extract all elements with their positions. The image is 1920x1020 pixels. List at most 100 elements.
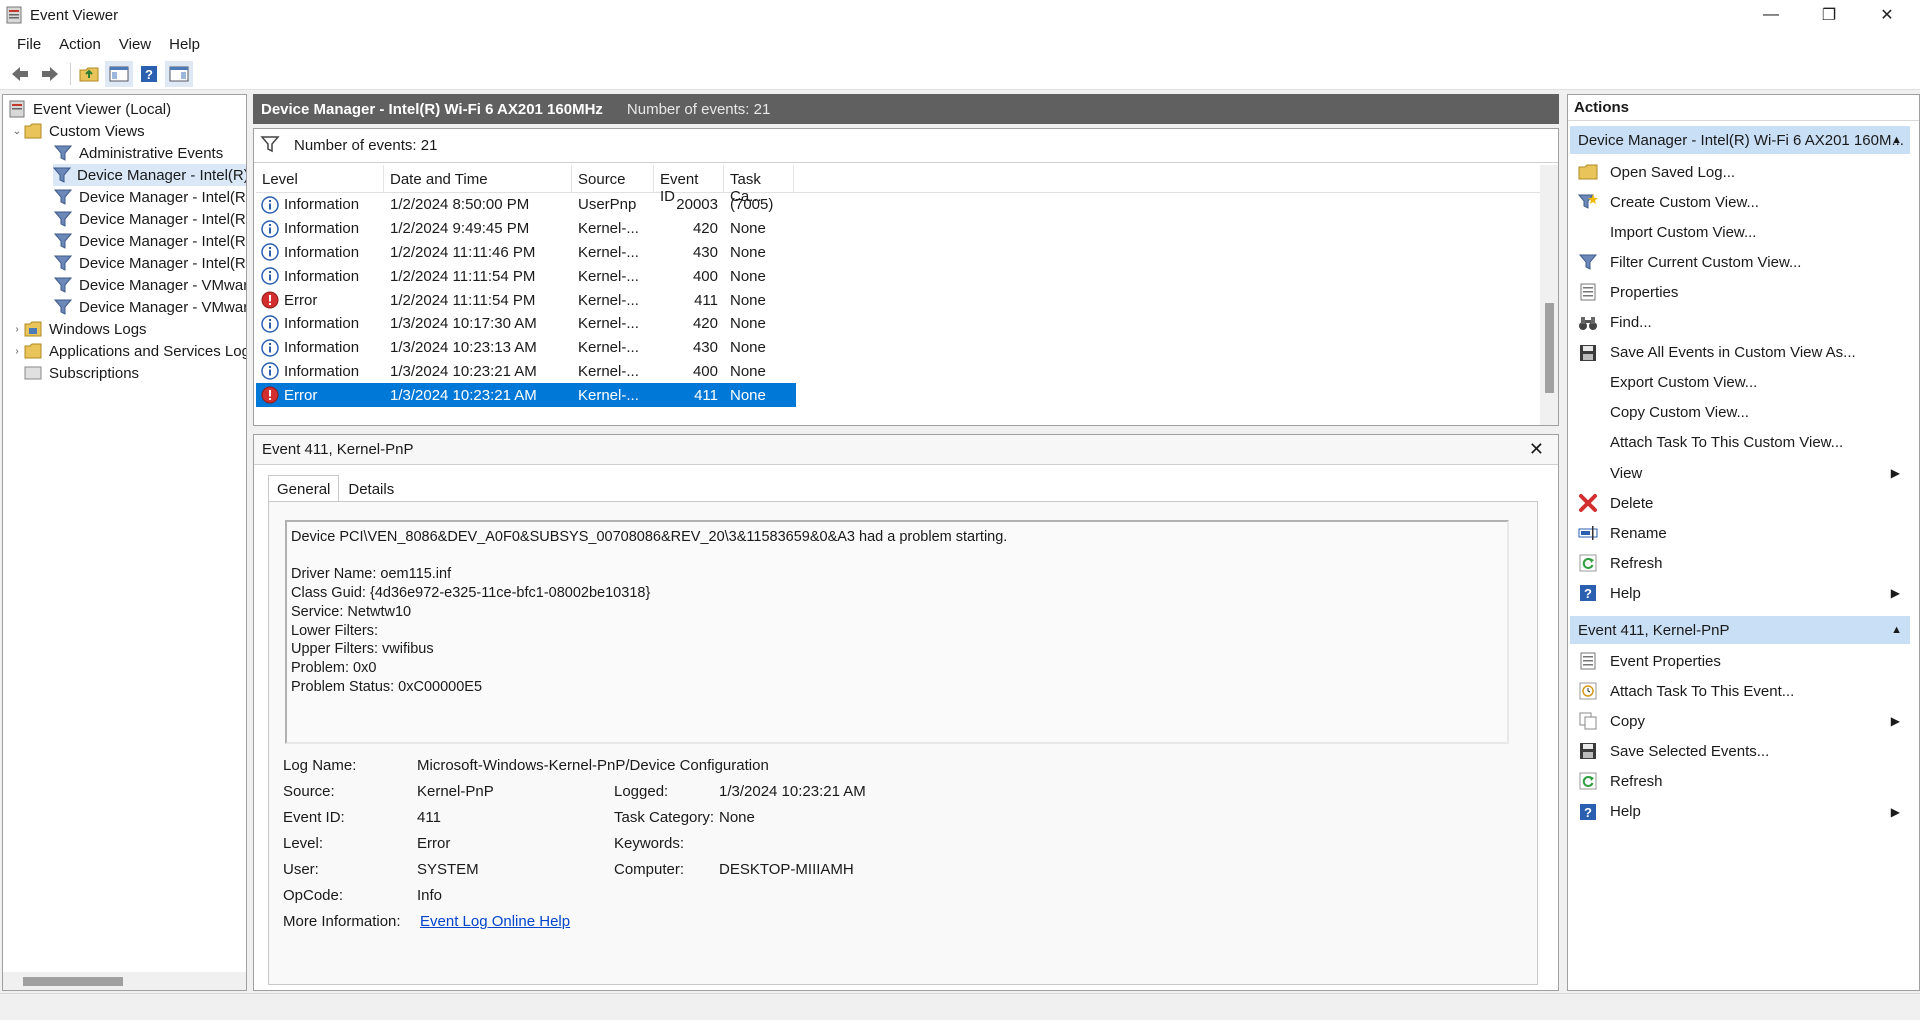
filter-icon (260, 135, 280, 157)
tree-item-device-manager-vmware-1[interactable]: Device Manager - VMwar (53, 274, 246, 296)
collapse-up-icon[interactable]: ▲ (1891, 624, 1902, 636)
actions-section-device-manager[interactable]: Device Manager - Intel(R) Wi-Fi 6 AX201 … (1570, 126, 1910, 154)
event-row[interactable]: Information 1/3/2024 10:17:30 AM Kernel-..… (256, 312, 796, 336)
action-import-custom-view[interactable]: Import Custom View... (1568, 217, 1908, 247)
scrollbar-thumb[interactable] (1545, 303, 1554, 393)
column-header-task-category[interactable]: Task Ca... (724, 165, 794, 205)
tree-horizontal-scrollbar[interactable] (3, 972, 246, 990)
event-detail-panel: Event 411, Kernel-PnP ✕ General Details … (253, 434, 1559, 991)
action-find[interactable]: Find... (1568, 308, 1908, 338)
cell-event-id: 430 (692, 243, 718, 261)
tree-item-device-manager-intel-1[interactable]: Device Manager - Intel(R) (53, 164, 246, 186)
label-log-name: Log Name: (283, 757, 357, 774)
action-create-custom-view[interactable]: Create Custom View... (1568, 187, 1908, 217)
event-row[interactable]: Error 1/3/2024 10:23:21 AM Kernel-... 411 No… (256, 383, 796, 408)
tab-general[interactable]: General (268, 475, 340, 504)
column-header-level[interactable]: Level (256, 165, 384, 192)
menu-view[interactable]: View (110, 36, 160, 53)
action-rename[interactable]: Rename (1568, 518, 1908, 548)
action-filter-current-custom-view[interactable]: Filter Current Custom View... (1568, 247, 1908, 277)
menu-file[interactable]: File (8, 36, 50, 53)
action-delete[interactable]: Delete (1568, 488, 1908, 518)
action-copy-custom-view[interactable]: Copy Custom View... (1568, 398, 1908, 428)
action-export-custom-view[interactable]: Export Custom View... (1568, 368, 1908, 398)
tree-item-label: Windows Logs (49, 320, 147, 338)
collapse-up-icon[interactable]: ▲ (1891, 134, 1902, 146)
show-hide-action-pane-button[interactable] (165, 60, 193, 87)
cell-source: Kernel-... (578, 362, 639, 380)
tree-item-device-manager-intel-3[interactable]: Device Manager - Intel(R) (53, 208, 246, 230)
forward-button[interactable] (36, 61, 64, 87)
actions-section-event[interactable]: Event 411, Kernel-PnP ▲ (1570, 616, 1910, 644)
cell-level: Information (256, 242, 384, 262)
cell-source: Kernel-... (578, 291, 639, 309)
help-button[interactable]: ? (135, 61, 163, 87)
cell-task-category: None (730, 386, 766, 404)
action-attach-task-to-this-custom-view[interactable]: Attach Task To This Custom View... (1568, 428, 1908, 458)
tree-item-event-viewer-local[interactable]: Event Viewer (Local) (7, 98, 171, 120)
action-refresh[interactable]: Refresh (1568, 766, 1908, 796)
properties-icon (1576, 650, 1600, 672)
column-header-source[interactable]: Source (572, 165, 654, 192)
event-message-textbox[interactable]: Device PCI\VEN_8086&DEV_A0F0&SUBSYS_0070… (285, 520, 1509, 744)
event-row[interactable]: Error 1/2/2024 11:11:54 PM Kernel-... 411 No… (256, 288, 796, 312)
tree-item-administrative-events[interactable]: Administrative Events (53, 142, 223, 164)
action-view[interactable]: View ▶ (1568, 458, 1908, 488)
up-folder-button[interactable] (75, 61, 103, 87)
events-vertical-scrollbar[interactable] (1540, 165, 1558, 425)
chevron-down-icon[interactable]: ⌄ (11, 126, 23, 137)
cell-event-id: 430 (692, 339, 718, 357)
tree-item-windows-logs[interactable]: › Windows Logs (11, 318, 147, 340)
label-level: Level: (283, 835, 324, 852)
action-label: Help (1610, 584, 1641, 602)
action-pane-icon (169, 66, 189, 81)
action-save-all-events-in-custom-view-as[interactable]: Save All Events in Custom View As... (1568, 338, 1908, 368)
close-button[interactable]: ✕ (1858, 0, 1916, 30)
scrollbar-thumb[interactable] (23, 977, 123, 986)
events-list-panel: Number of events: 21 Level Date and Time… (253, 128, 1559, 426)
tree-item-applications-and-services[interactable]: › Applications and Services Log (11, 340, 246, 362)
tree-item-label: Device Manager - Intel(R) (79, 254, 247, 272)
column-header-date[interactable]: Date and Time (384, 165, 572, 192)
action-properties[interactable]: Properties (1568, 277, 1908, 307)
tree-item-custom-views[interactable]: ⌄ Custom Views (11, 120, 145, 142)
menu-help[interactable]: Help (160, 36, 209, 53)
event-viewer-icon (7, 99, 27, 119)
action-help[interactable]: ? Help ▶ (1568, 578, 1908, 608)
action-label: View (1610, 464, 1643, 482)
folder-icon (23, 319, 43, 339)
event-row[interactable]: Information 1/3/2024 10:23:13 AM Kernel-..… (256, 336, 796, 360)
filter-icon (53, 231, 73, 251)
event-row[interactable]: Information 1/2/2024 9:49:45 PM Kernel-...… (256, 217, 796, 241)
event-row[interactable]: Information 1/3/2024 10:23:21 AM Kernel-..… (256, 360, 796, 384)
action-attach-task-to-this-event[interactable]: Attach Task To This Event... (1568, 676, 1908, 706)
label-task-category: Task Category: (614, 809, 715, 826)
back-button[interactable] (6, 61, 34, 87)
chevron-right-icon[interactable]: › (11, 346, 23, 357)
action-help[interactable]: ? Help ▶ (1568, 797, 1908, 827)
action-event-properties[interactable]: Event Properties (1568, 646, 1908, 676)
maximize-button[interactable]: ❐ (1800, 0, 1858, 30)
event-row[interactable]: Information 1/2/2024 8:50:00 PM UserPnp 200… (256, 193, 796, 217)
tree-item-device-manager-vmware-2[interactable]: Device Manager - VMwar (53, 296, 246, 318)
action-open-saved-log[interactable]: Open Saved Log... (1568, 157, 1908, 187)
tree-item-device-manager-intel-2[interactable]: Device Manager - Intel(R) (53, 186, 246, 208)
tree-item-device-manager-intel-5[interactable]: Device Manager - Intel(R) (53, 252, 247, 274)
column-header-event-id[interactable]: Event ID (654, 165, 724, 205)
close-icon[interactable]: ✕ (1529, 439, 1544, 460)
action-refresh[interactable]: Refresh (1568, 548, 1908, 578)
show-hide-tree-button[interactable] (105, 60, 133, 87)
cell-level: Error (256, 385, 384, 405)
action-label: Help (1610, 803, 1641, 820)
tab-details[interactable]: Details (339, 475, 403, 504)
tree-item-device-manager-intel-4[interactable]: Device Manager - Intel(R) (53, 230, 246, 252)
event-row[interactable]: Information 1/2/2024 11:11:54 PM Kernel-..… (256, 264, 796, 288)
event-log-online-help-link[interactable]: Event Log Online Help (420, 913, 570, 930)
event-row[interactable]: Information 1/2/2024 11:11:46 PM Kernel-..… (256, 241, 796, 265)
tree-item-subscriptions[interactable]: Subscriptions (23, 362, 139, 384)
action-copy[interactable]: Copy ▶ (1568, 706, 1908, 736)
menu-action[interactable]: Action (50, 36, 110, 53)
minimize-button[interactable]: — (1742, 0, 1800, 30)
chevron-right-icon[interactable]: › (11, 324, 23, 335)
action-save-selected-events[interactable]: Save Selected Events... (1568, 736, 1908, 766)
